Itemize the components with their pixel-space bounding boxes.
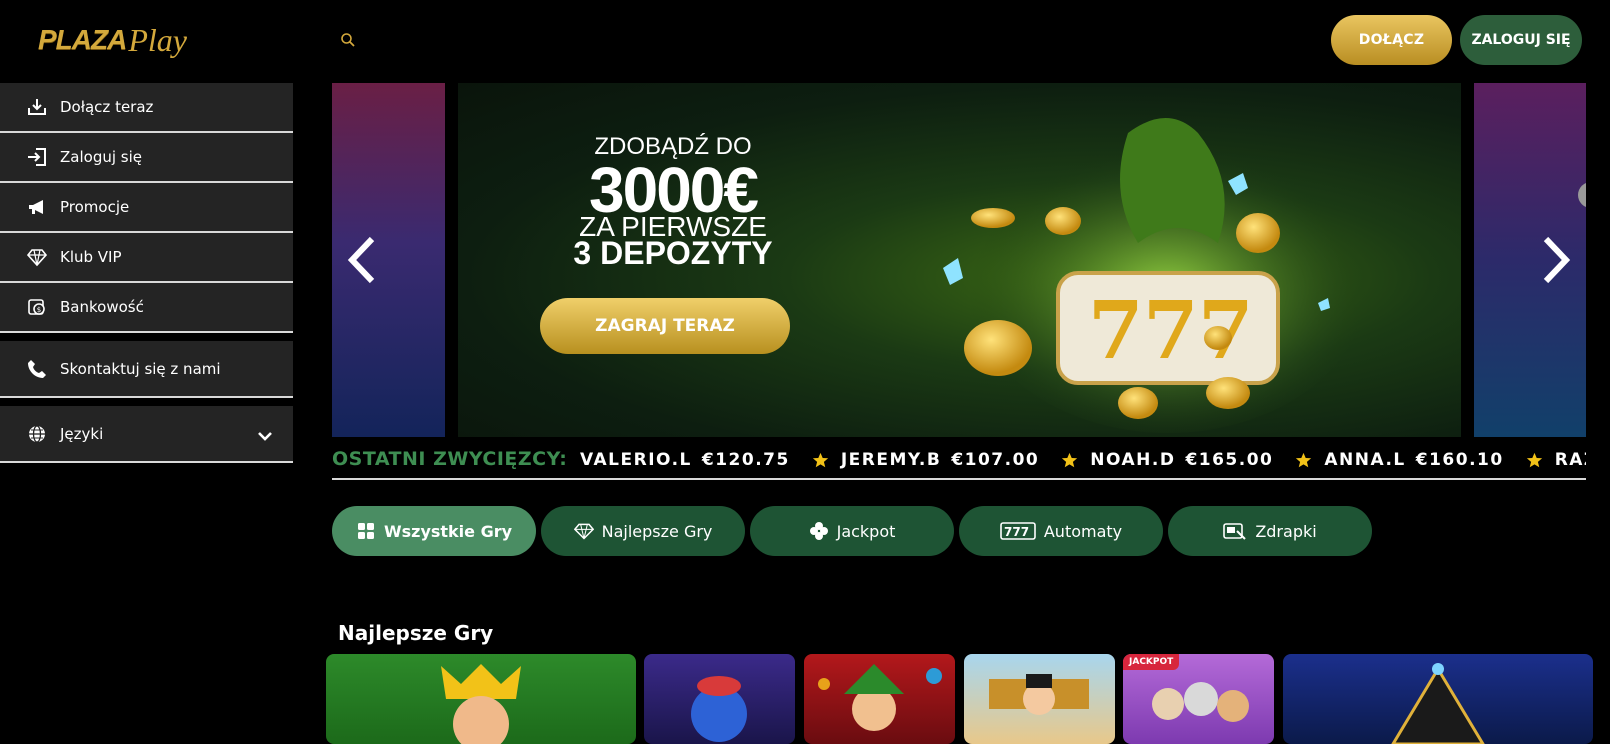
winner-item: JEREMY.B €107.00 (812, 450, 1039, 470)
megaphone-icon (26, 196, 48, 218)
download-icon (26, 96, 48, 118)
grid-icon (357, 523, 374, 539)
carousel-slide-current[interactable]: ZDOBĄDŹ DO 3000€ ZA PIERWSZE 3 DEPOZYTY … (458, 83, 1461, 437)
slot-777-icon: 777 (1000, 522, 1036, 540)
sidebar-item-label: Skontaktuj się z nami (60, 359, 221, 378)
search-icon[interactable] (340, 32, 356, 48)
sidebar-item-banking[interactable]: $ Bankowość (0, 283, 293, 333)
winner-name: JEREMY.B (840, 450, 942, 470)
winners-list: VALERIO.L €120.75 JEREMY.B €107.00 NOAH.… (580, 450, 1586, 470)
game-thumbnail (691, 676, 747, 742)
diamond-icon (573, 523, 594, 540)
sidebar-item-label: Zaloguj się (60, 148, 142, 166)
sidebar-item-label: Klub VIP (60, 248, 122, 266)
svg-text:777: 777 (1004, 525, 1029, 539)
game-thumbnail (989, 674, 1089, 715)
plazaplay-logo[interactable]: PLAZA Play (38, 18, 187, 62)
chevron-down-icon[interactable] (257, 428, 273, 441)
star-icon (1296, 452, 1312, 467)
star-icon (812, 452, 828, 467)
winner-item: RAZVAN. (1526, 450, 1586, 470)
winner-name: NOAH.D (1090, 450, 1176, 470)
sidebar-item-label: Języki (60, 424, 104, 443)
game-tile[interactable] (1283, 654, 1593, 744)
tab-scratch-cards[interactable]: Zdrapki (1168, 506, 1372, 556)
carousel-next-arrow-icon[interactable] (1540, 235, 1572, 285)
svg-text:$: $ (37, 306, 41, 314)
winner-name: ANNA.L (1324, 450, 1406, 470)
sidebar-item-login[interactable]: Zaloguj się (0, 133, 293, 183)
winner-name: VALERIO.L (580, 450, 692, 470)
winner-item: VALERIO.L €120.75 (580, 450, 790, 470)
dragon-slot-artwork: 7 7 7 (943, 118, 1368, 433)
winner-amount: €107.00 (951, 450, 1040, 470)
game-tile[interactable] (964, 654, 1115, 744)
sidebar-item-contact[interactable]: Skontaktuj się z nami (0, 341, 293, 398)
game-thumbnail (441, 664, 521, 744)
clover-icon (809, 522, 828, 540)
promo-deposits: 3 DEPOZYTY (573, 235, 773, 271)
sidebar-item-label: Promocje (60, 198, 130, 216)
sidebar-item-languages[interactable]: Języki (0, 406, 293, 463)
tab-label: Najlepsze Gry (601, 521, 713, 541)
game-tile[interactable] (804, 654, 955, 744)
tab-label: Automaty (1043, 521, 1123, 541)
sidebar-item-vip[interactable]: Klub VIP (0, 233, 293, 283)
star-icon (1062, 452, 1078, 467)
tab-label: Zdrapki (1255, 521, 1317, 541)
svg-text:7: 7 (1143, 283, 1199, 377)
winner-item: ANNA.L €160.10 (1295, 450, 1503, 470)
tab-jackpot[interactable]: Jackpot (750, 506, 954, 556)
game-tile[interactable] (644, 654, 795, 744)
game-thumbnail (818, 664, 942, 731)
game-tile[interactable]: JACKPOT (1123, 654, 1274, 744)
jackpot-badge: JACKPOT (1123, 654, 1180, 670)
winner-item: NOAH.D €165.00 (1061, 450, 1273, 470)
section-title-top-games: Najlepsze Gry (338, 621, 494, 645)
login-icon (26, 146, 48, 168)
star-icon (1526, 452, 1542, 467)
tab-label: Jackpot (836, 521, 896, 541)
winner-name: RAZVAN. (1554, 450, 1586, 470)
bank-icon: $ (26, 296, 48, 318)
tab-top-games[interactable]: Najlepsze Gry (541, 506, 745, 556)
diamond-icon (26, 246, 48, 268)
play-now-button[interactable]: ZAGRAJ TERAZ (540, 298, 790, 354)
winner-amount: €160.10 (1415, 450, 1504, 470)
sidebar-item-join[interactable]: Dołącz teraz (0, 83, 293, 133)
scratch-card-icon (1223, 523, 1247, 540)
sidebar-item-label: Dołącz teraz (60, 98, 154, 116)
winner-amount: €165.00 (1185, 450, 1274, 470)
game-tile[interactable] (326, 654, 636, 744)
sidebar-item-promotions[interactable]: Promocje (0, 183, 293, 233)
sidebar: Dołącz teraz Zaloguj się Promocje Klub V… (0, 83, 293, 463)
game-thumbnail (1391, 663, 1485, 744)
phone-icon (26, 358, 48, 380)
carousel-prev-arrow-icon[interactable] (346, 235, 378, 285)
game-category-tabs: Wszystkie Gry Najlepsze Gry Jackpot 777 … (332, 506, 1377, 556)
join-button[interactable]: DOŁĄCZ (1331, 15, 1452, 65)
logo-word-plaza: PLAZA (38, 24, 127, 55)
tab-label: Wszystkie Gry (383, 521, 513, 541)
winner-amount: €120.75 (701, 450, 790, 470)
globe-icon (26, 423, 48, 445)
logo-word-play: Play (128, 21, 187, 58)
svg-text:7: 7 (1088, 283, 1144, 377)
ticker-label: OSTATNI ZWYCIĘZCY: (332, 448, 568, 470)
login-button[interactable]: ZALOGUJ SIĘ (1460, 15, 1582, 65)
sidebar-item-label: Bankowość (60, 298, 144, 316)
tab-slots[interactable]: 777 Automaty (959, 506, 1163, 556)
promo-carousel: ZDOBĄDŹ DO 3000€ ZA PIERWSZE 3 DEPOZYTY … (332, 83, 1586, 437)
tab-all-games[interactable]: Wszystkie Gry (332, 506, 536, 556)
recent-winners-ticker: OSTATNI ZWYCIĘZCY: VALERIO.L €120.75 JER… (332, 448, 1586, 480)
